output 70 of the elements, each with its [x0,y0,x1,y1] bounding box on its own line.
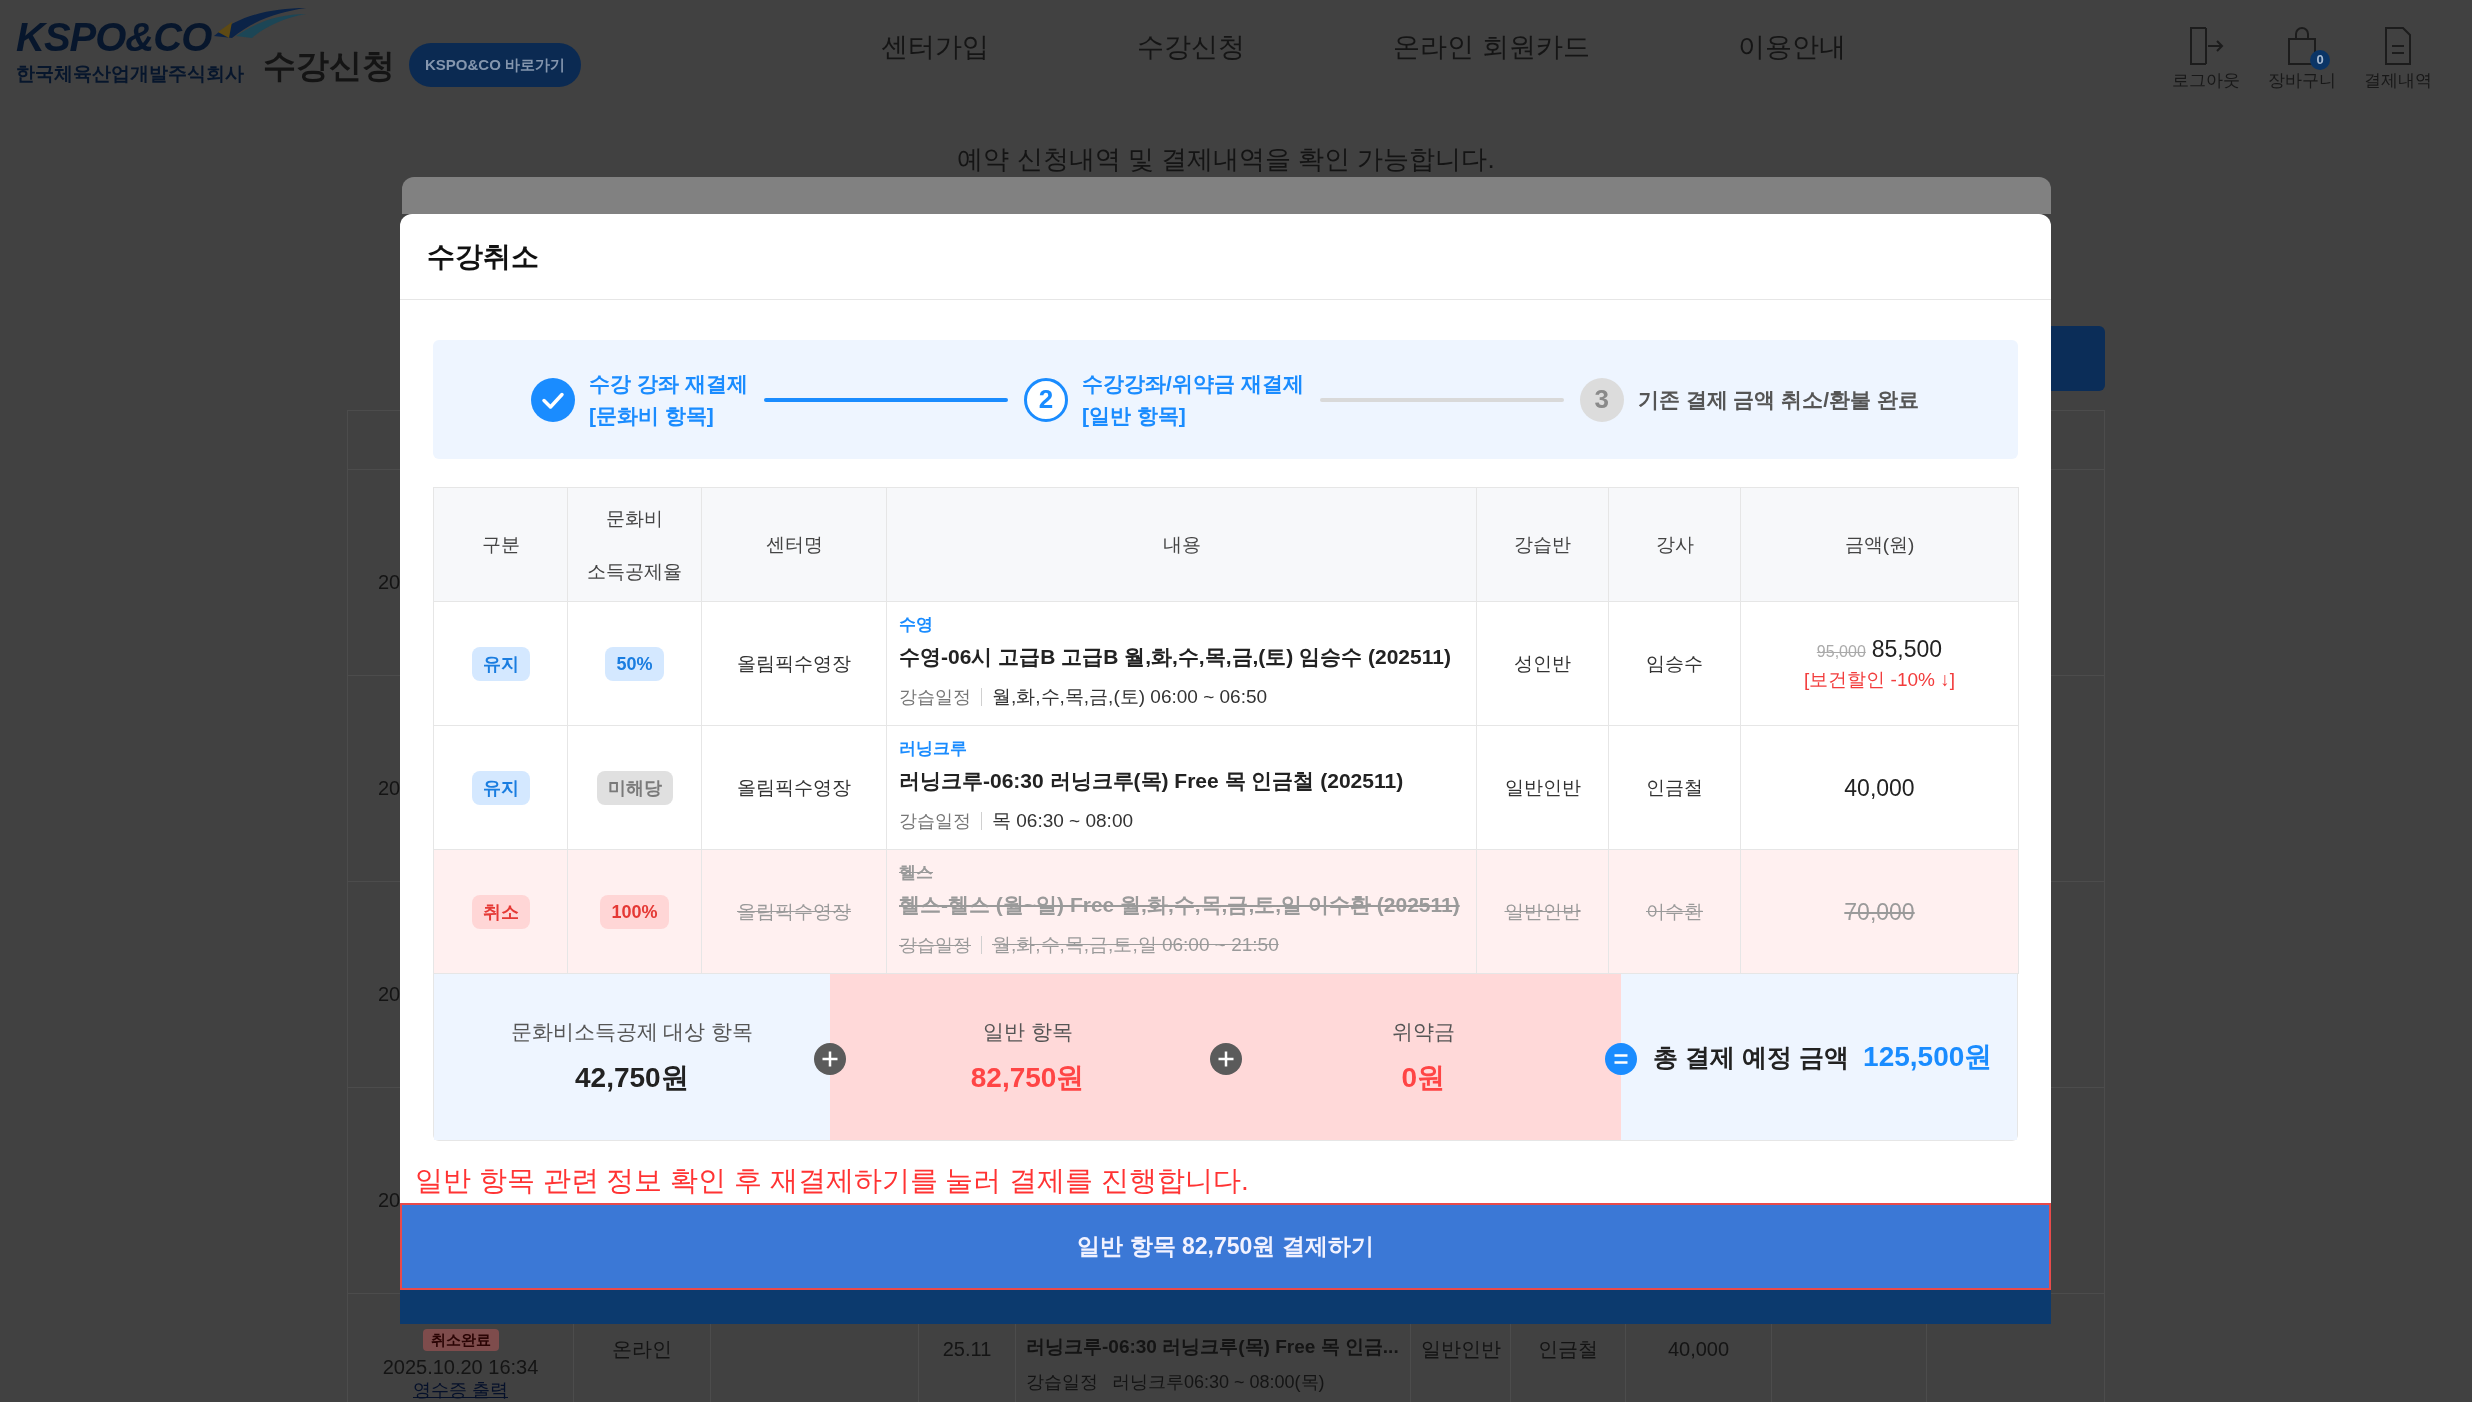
instructor-name: 임승수 [1646,652,1703,674]
toolbar-button-edge [2051,326,2105,391]
step-number: 3 [1579,377,1624,422]
summary-value: 0원 [1401,1061,1446,1095]
pay-button[interactable]: 일반 항목 82,750원 결제하기 [400,1203,2051,1290]
status-badge: 취소 [471,894,530,929]
column-header: 내용 [1162,534,1201,555]
count-badge: 0 [2310,50,2330,70]
course-category: 헬스 [899,862,934,884]
total-value: 125,500원 [1863,1040,1993,1074]
column-header: 구분 [481,534,520,555]
rate-badge: 50% [605,646,664,681]
course-category: 수영 [899,614,934,636]
summary-label: 일반 항목 [982,1019,1073,1045]
step-title: 기존 결제 금액 취소/환불 완료 [1637,386,1919,413]
course-title: 러닝크루-06:30 러닝크루(목) Free 목 인금철 (202511) [899,768,1405,794]
column-header: 강사 [1655,534,1694,555]
summary-label: 문화비소득공제 대상 항목 [510,1019,754,1045]
company-name: 한국체육산업개발주식회사 [16,62,244,86]
original-price: 95,000 [1816,642,1866,661]
instructor-name: 이수환 [1646,900,1703,922]
course-category: 러닝크루 [899,738,968,760]
center-name: 올림픽수영장 [737,900,851,922]
step-title: 수강강좌/위약금 재결제 [1081,370,1304,397]
status-badge: 유지 [471,770,530,805]
schedule-text: 월,화,수,목,금,토,일 06:00 ~ 21:50 [991,933,1279,957]
receipt-link[interactable]: 영수증 출력 [413,1379,508,1401]
class-name: 성인반 [1514,652,1571,674]
class-name: 일반인반 [1504,900,1581,922]
summary-value: 42,750원 [575,1061,689,1095]
total-label: 총 결제 예정 금액 [1653,1041,1850,1073]
step-subtitle: [문화비 항목] [589,402,715,429]
class-name: 일반인반 [1504,776,1581,798]
schedule-label: 강습일정 [899,812,982,830]
course-title: 수영-06시 고급B 고급B 월,화,수,목,금,(토) 임승수 (202511) [899,644,1452,670]
document-icon [2383,26,2413,66]
price: 70,000 [1844,897,1915,927]
column-header: 금액(원) [1844,534,1915,555]
schedule-text: 목 06:30 ~ 08:00 [991,809,1134,833]
instructor-name: 인금철 [1646,776,1703,798]
step-number: 2 [1023,377,1068,422]
step-subtitle: [일반 항목] [1081,402,1187,429]
discount-note: [보건할인 -10% ↓] [1804,667,1955,692]
column-header: 강습반 [1514,534,1571,555]
logo-wordmark: KSPO&CO [16,14,212,60]
plus-icon [1209,1043,1242,1075]
step-title: 수강 강좌 재결제 [589,370,748,397]
course-title: 헬스-헬스 (월~일) Free 월,화,수,목,금,토,일 이수환 (202511) [899,892,1461,918]
price: 85,500 [1871,634,1943,664]
plus-icon [813,1043,846,1075]
equals-icon [1605,1043,1638,1075]
rate-badge: 미해당 [596,770,673,805]
summary-value: 82,750원 [970,1061,1085,1095]
logout-icon [2188,26,2224,66]
status-badge: 취소완료 [422,1329,499,1351]
summary-label: 위약금 [1391,1019,1455,1045]
schedule-text: 월,화,수,목,금,(토) 06:00 ~ 06:50 [991,685,1268,709]
schedule-label: 강습일정 [899,936,982,954]
rate-badge: 100% [600,894,669,929]
shortcut-button[interactable]: KSPO&CO 바로가기 [409,43,581,87]
bag-icon [2286,26,2318,66]
center-name: 올림픽수영장 [737,652,851,674]
notice-text: 일반 항목 관련 정보 확인 후 재결제하기를 눌러 결제를 진행합니다. [415,1164,1249,1198]
dialog-title: 수강취소 [427,239,539,274]
schedule-label: 강습일정 [899,688,982,706]
column-header: 센터명 [765,534,823,555]
center-name: 올림픽수영장 [737,776,851,798]
price: 40,000 [1844,773,1915,803]
status-badge: 유지 [471,646,530,681]
column-header: 문화비 소득공제율 [587,507,682,582]
